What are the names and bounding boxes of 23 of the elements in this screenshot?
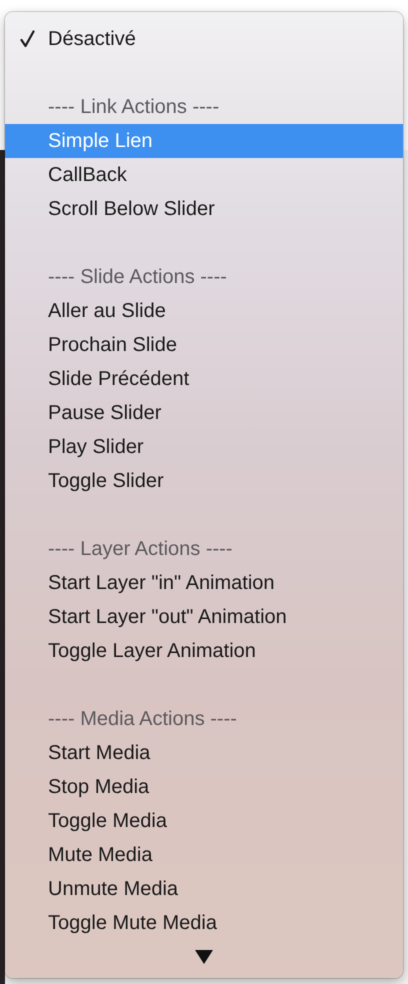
- menu-item[interactable]: Toggle Media: [5, 804, 403, 838]
- section-header: ---- Media Actions ----: [48, 708, 237, 730]
- section-header: ---- Slide Actions ----: [48, 266, 227, 288]
- menu-item[interactable]: CallBack: [5, 158, 403, 192]
- menu-item[interactable]: Pause Slider: [5, 396, 403, 430]
- menu-item[interactable]: Toggle Slider: [5, 464, 403, 498]
- menu-item[interactable]: Toggle Layer Animation: [5, 634, 403, 668]
- menu-item[interactable]: Play Slider: [5, 430, 403, 464]
- section-header: ---- Layer Actions ----: [48, 538, 232, 560]
- menu-item[interactable]: Unmute Media: [5, 872, 403, 906]
- menu-item[interactable]: Aller au Slide: [5, 294, 403, 328]
- menu-item[interactable]: Scroll Below Slider: [5, 192, 403, 226]
- menu-item[interactable]: Toggle Mute Media: [5, 906, 403, 940]
- menu-item[interactable]: Start Layer "in" Animation: [5, 566, 403, 600]
- menu-item[interactable]: Start Layer "out" Animation: [5, 600, 403, 634]
- menu-item[interactable]: Stop Media: [5, 770, 403, 804]
- scroll-down-arrow-icon[interactable]: [195, 950, 213, 964]
- menu-item[interactable]: Mute Media: [5, 838, 403, 872]
- menu-item[interactable]: Slide Précédent: [5, 362, 403, 396]
- menu-item[interactable]: Prochain Slide: [5, 328, 403, 362]
- menu-item[interactable]: Désactivé: [5, 22, 403, 56]
- section-header: ---- Link Actions ----: [48, 96, 220, 118]
- menu-item[interactable]: Start Media: [5, 736, 403, 770]
